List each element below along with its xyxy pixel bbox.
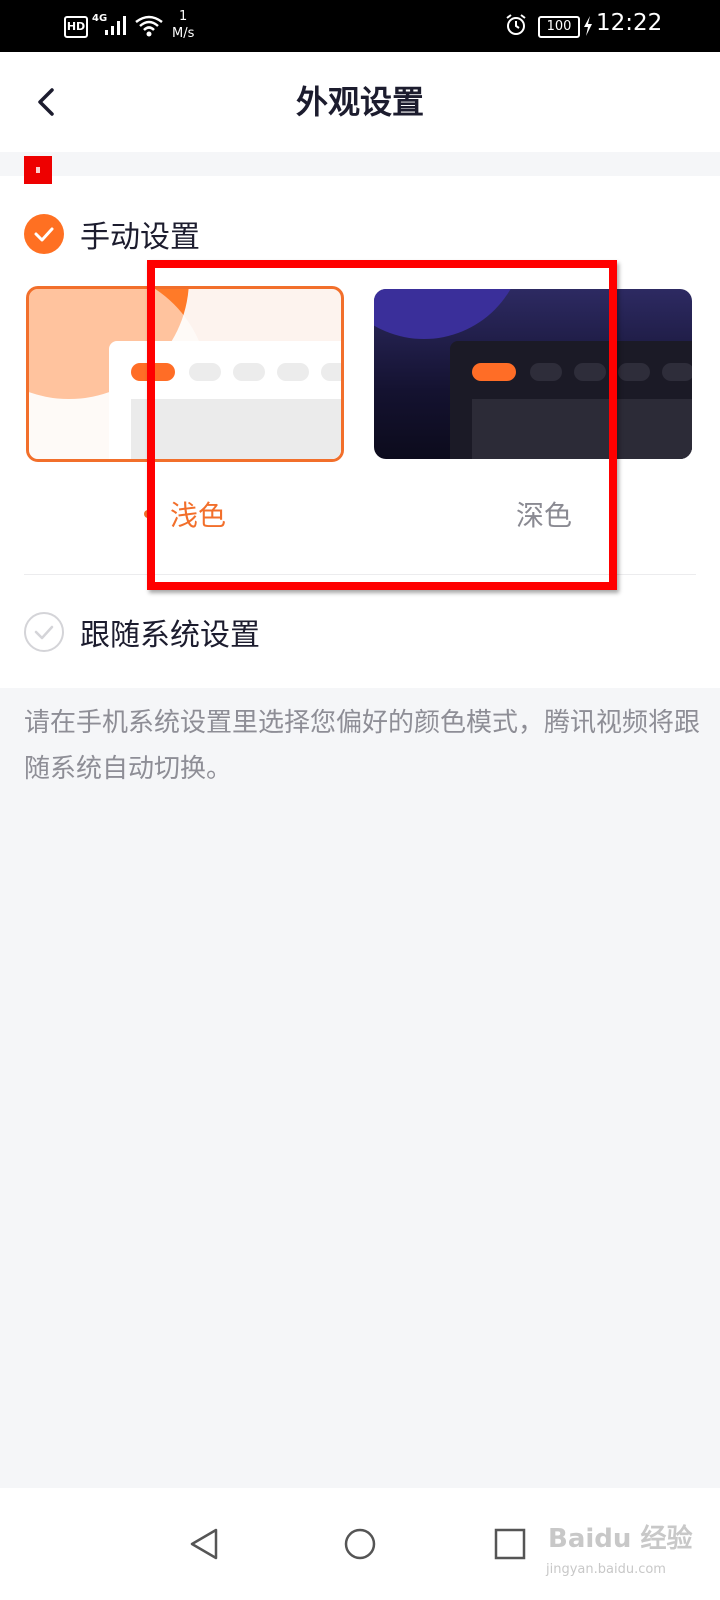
preview-tab [618,363,650,381]
checkmark-icon [34,625,54,640]
nav-recent-icon[interactable] [488,1522,532,1566]
signal-icon [105,16,126,35]
checkmark-icon [34,227,54,242]
follow-system-label[interactable]: 跟随系统设置 [80,610,260,654]
network-speed: 1 M/s [172,8,194,42]
preview-tab [662,363,692,381]
system-nav-bar: Baidu 经验 jingyan.baidu.com [0,1488,720,1600]
annotation-marker [24,156,52,184]
annotation-highlight-box [147,260,617,590]
follow-system-radio[interactable] [24,612,64,652]
page-title: 外观设置 [295,83,424,121]
manual-setting-radio[interactable] [24,214,64,254]
speed-value: 1 [179,9,188,24]
speed-unit: M/s [172,26,195,41]
watermark-logo: Baidu 经验 [548,1524,693,1554]
nav-back-icon[interactable] [184,1522,228,1566]
alarm-icon [506,14,526,35]
watermark-url: jingyan.baidu.com [546,1562,666,1577]
hint-text: 请在手机系统设置里选择您偏好的颜色模式，腾讯视频将跟随系统自动切换。 [24,708,701,784]
charging-icon [584,16,592,36]
manual-setting-label[interactable]: 手动设置 [80,212,200,256]
header: 外观设置 [0,52,720,152]
wifi-icon [135,15,163,37]
hd-icon: HD [64,16,88,38]
status-bar: HD 4G 1 M/s 100 12:22 [0,0,720,52]
clock: 12:22 [596,10,663,36]
battery-icon: 100 [538,16,580,38]
nav-home-icon[interactable] [338,1522,382,1566]
